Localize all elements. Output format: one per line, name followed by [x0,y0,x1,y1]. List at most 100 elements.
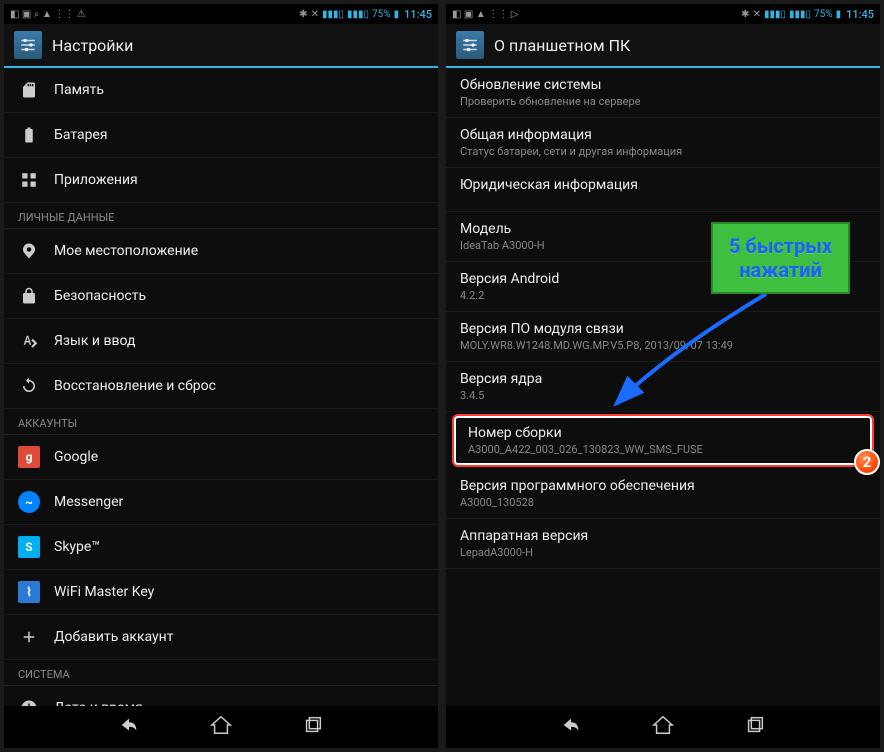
clock: 11:45 [404,8,432,21]
label: Версия ядра [460,371,542,387]
section-accounts: АККАУНТЫ [4,409,438,435]
label: Общая информация [460,127,592,143]
statusbar-left-icons: ◧ ▣ ▲ ⋮⋮ ▷ [452,9,518,20]
label: Messenger [54,494,123,510]
battery-pct: 75% [372,9,391,20]
skype-icon: S [18,536,40,558]
row-language[interactable]: Язык и ввод [4,319,438,364]
row-add-account[interactable]: Добавить аккаунт [4,615,438,660]
statusbar-left-icons: ◧ ▣ ⌕ ▲ ⋮⋮ ⚠ [10,9,86,20]
signal2-icon: ▮▮▮▯ [789,9,811,20]
sd-card-icon [18,79,40,101]
row-security[interactable]: Безопасность [4,274,438,319]
sublabel: MOLY.WR8.W1248.MD.WG.MP.V5.P8, 2013/09/0… [460,339,733,352]
label: Версия программного обеспечения [460,478,695,494]
recent-button[interactable] [744,714,766,740]
sublabel: Проверить обновление на сервере [460,95,641,108]
wifikey-icon: ⌇ [18,581,40,603]
label: Восстановление и сброс [54,378,216,394]
row-memory[interactable]: Память [4,68,438,113]
right-screenshot: ◧ ▣ ▲ ⋮⋮ ▷ ✱ ✕ ▮▮▮▯ ▮▮▮▯ 75% ▮ 11:45 О п… [446,4,880,748]
home-button[interactable] [652,714,674,740]
apps-icon [18,169,40,191]
row-hardware-version[interactable]: Аппаратная версия LepadA3000-H [446,519,880,569]
row-messenger[interactable]: ~ Messenger [4,480,438,525]
sublabel: A3000_A422_003_026_130823_WW_SMS_FUSE [468,443,703,456]
row-skype[interactable]: S Skype™ [4,525,438,570]
home-button[interactable] [210,714,232,740]
signal-icon: ▮▮▮▯ [764,9,786,20]
left-screenshot: ◧ ▣ ⌕ ▲ ⋮⋮ ⚠ ✱ ✕ ▮▮▮▯ ▮▮▮▯ 75% ▮ 11:45 Н… [4,4,438,748]
navigation-bar [446,706,880,748]
row-datetime[interactable]: Дата и время [4,686,438,706]
page-title: Настройки [52,36,133,55]
row-apps[interactable]: Приложения [4,158,438,203]
signal2-icon: ▮▮▮▯ [347,9,369,20]
settings-icon [456,31,484,59]
label: Юридическая информация [460,177,638,193]
sublabel: A3000_130528 [460,496,534,509]
row-wifikey[interactable]: ⌇ WiFi Master Key [4,570,438,615]
about-header: О планшетном ПК [446,24,880,68]
row-general-info[interactable]: Общая информация Статус батареи, сети и … [446,118,880,168]
row-location[interactable]: Мое местоположение [4,229,438,274]
label: Батарея [54,127,108,143]
label: Язык и ввод [54,333,135,349]
location-icon [18,240,40,262]
settings-icon [14,31,42,59]
row-battery[interactable]: Батарея [4,113,438,158]
callout-line2: нажатий [729,258,832,282]
row-legal-info[interactable]: Юридическая информация [446,168,880,212]
settings-header: Настройки [4,24,438,68]
back-button[interactable] [560,714,582,740]
plus-icon [18,626,40,648]
row-build-number[interactable]: Номер сборки A3000_A422_003_026_130823_W… [452,414,874,467]
backup-icon [18,375,40,397]
navigation-bar [4,706,438,748]
label: Аппаратная версия [460,528,588,544]
sublabel: IdeaTab A3000-H [460,239,545,252]
row-system-update[interactable]: Обновление системы Проверить обновление … [446,68,880,118]
row-backup[interactable]: Восстановление и сброс [4,364,438,409]
annotation-callout: 5 быстрых нажатий [711,222,850,294]
lock-icon [18,285,40,307]
about-list[interactable]: Обновление системы Проверить обновление … [446,68,880,706]
page-title: О планшетном ПК [494,36,630,55]
battery-icon: ▮ [394,9,400,20]
bluetooth-icon: ✱ [299,9,307,20]
label: Модель [460,221,511,237]
google-icon: g [18,446,40,468]
sublabel: 4.2.2 [460,289,484,302]
row-kernel[interactable]: Версия ядра 3.4.5 [446,362,880,412]
label: Google [54,449,98,465]
recent-button[interactable] [302,714,324,740]
row-google[interactable]: g Google [4,435,438,480]
vibrate-icon: ✕ [311,9,319,20]
row-baseband[interactable]: Версия ПО модуля связи MOLY.WR8.W1248.MD… [446,312,880,362]
signal-icon: ▮▮▮▯ [322,9,344,20]
status-bar: ◧ ▣ ▲ ⋮⋮ ▷ ✱ ✕ ▮▮▮▯ ▮▮▮▯ 75% ▮ 11:45 [446,4,880,24]
settings-list[interactable]: Память Батарея Приложения ЛИЧНЫЕ ДАННЫЕ … [4,68,438,706]
vibrate-icon: ✕ [753,9,761,20]
label: Безопасность [54,288,146,304]
back-button[interactable] [118,714,140,740]
label: Версия Android [460,271,559,287]
row-software-version[interactable]: Версия программного обеспечения A3000_13… [446,469,880,519]
battery-icon [18,124,40,146]
section-personal: ЛИЧНЫЕ ДАННЫЕ [4,203,438,229]
annotation-badge-2: 2 [854,449,880,475]
sublabel: Статус батареи, сети и другая информация [460,145,682,158]
language-icon [18,330,40,352]
callout-line1: 5 быстрых [729,234,832,258]
label: Skype™ [54,539,100,555]
status-bar: ◧ ▣ ⌕ ▲ ⋮⋮ ⚠ ✱ ✕ ▮▮▮▯ ▮▮▮▯ 75% ▮ 11:45 [4,4,438,24]
label: WiFi Master Key [54,584,154,600]
label: Обновление системы [460,77,602,93]
sublabel: 3.4.5 [460,389,484,402]
clock-icon [18,697,40,706]
bluetooth-icon: ✱ [741,9,749,20]
sublabel: LepadA3000-H [460,546,533,559]
messenger-icon: ~ [18,491,40,513]
label: Номер сборки [468,425,562,441]
battery-icon: ▮ [836,9,842,20]
